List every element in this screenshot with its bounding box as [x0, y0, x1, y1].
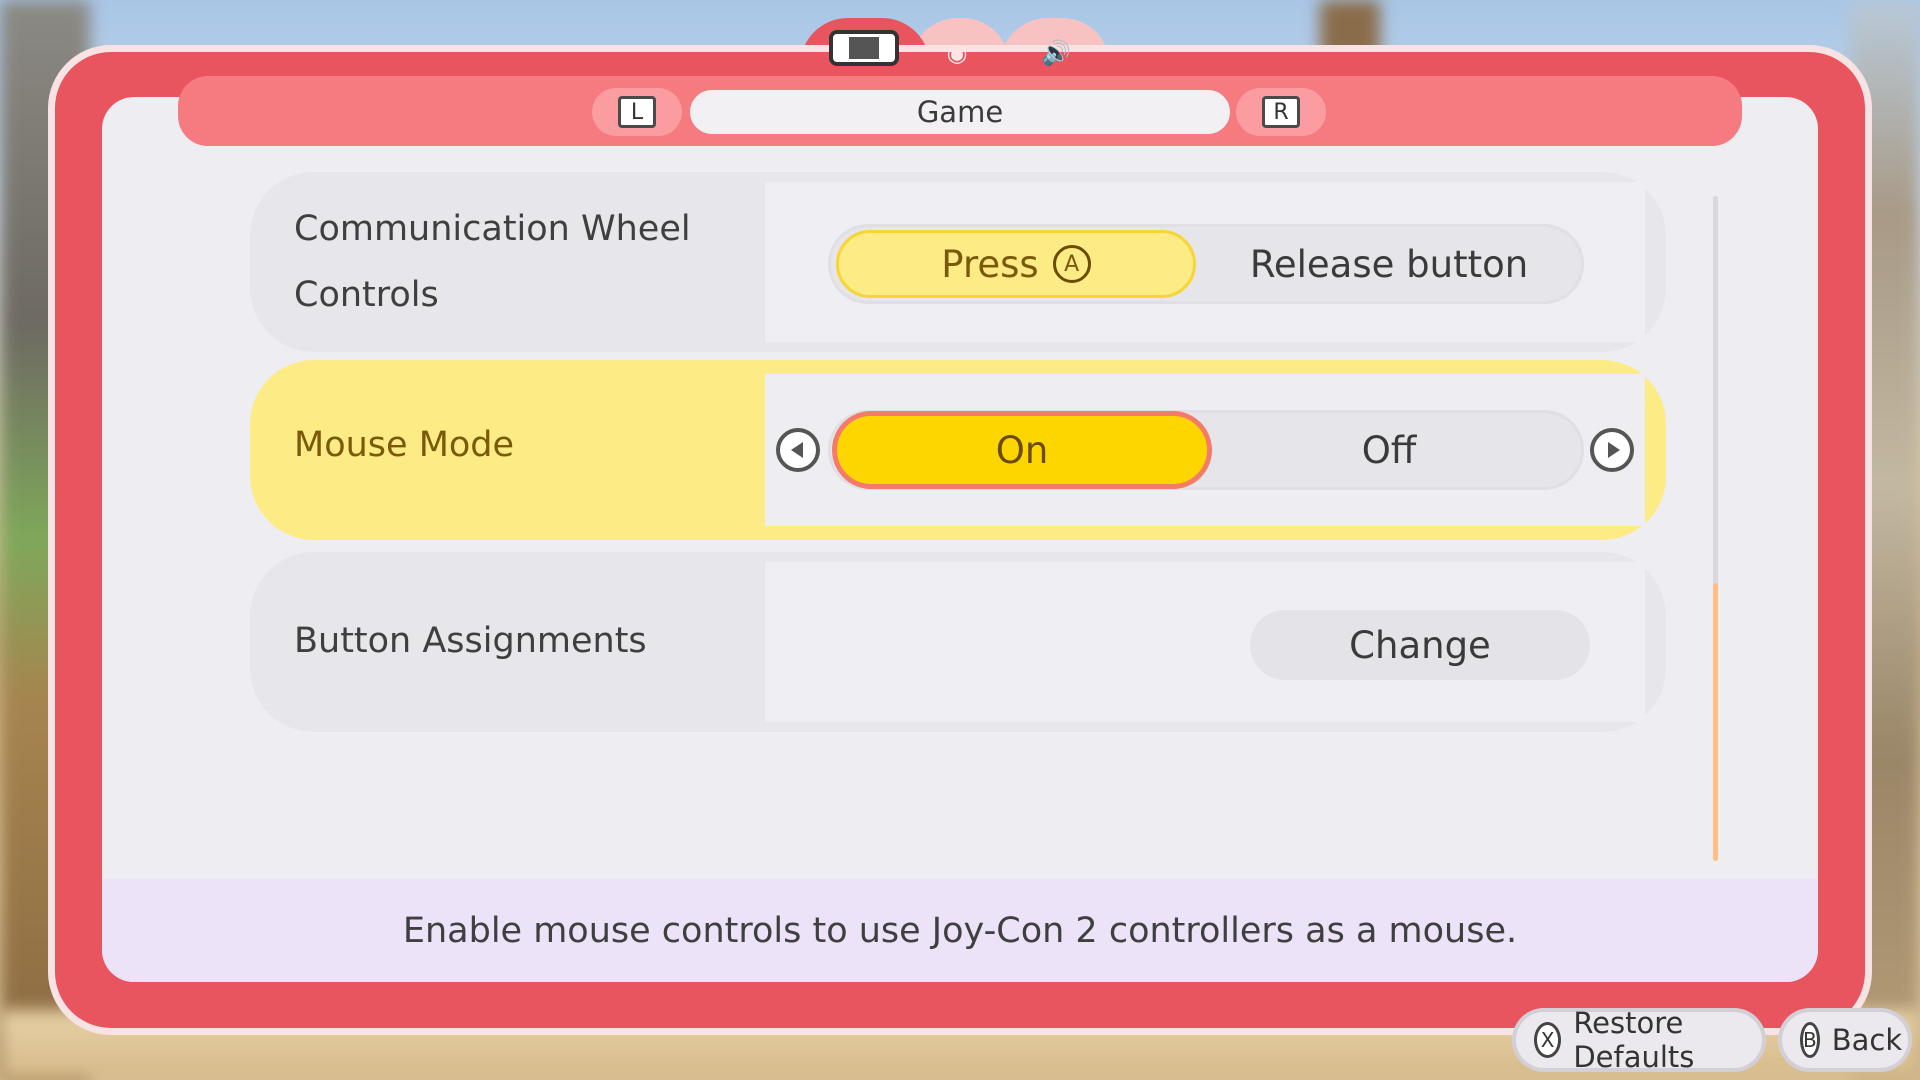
setting-row-button-assignments[interactable]: Button Assignments Change	[250, 552, 1666, 732]
option-on[interactable]: On	[832, 411, 1212, 489]
help-area: Enable mouse controls to use Joy-Con 2 c…	[102, 879, 1818, 982]
sound-icon: 🔊	[1041, 39, 1071, 67]
scrollbar-thumb[interactable]	[1713, 583, 1718, 861]
help-text: Enable mouse controls to use Joy-Con 2 c…	[402, 910, 1518, 951]
restore-defaults-button[interactable]: X Restore Defaults	[1516, 1006, 1762, 1074]
left-bumper-button[interactable]: L	[592, 88, 682, 136]
setting-row-communication-wheel[interactable]: Communication Wheel Controls Press A Rel…	[250, 172, 1666, 352]
camera-icon: ◉	[946, 39, 968, 67]
l-key-icon: L	[618, 96, 656, 128]
option-press[interactable]: Press A	[836, 230, 1196, 298]
x-button-icon: X	[1534, 1022, 1562, 1058]
setting-row-mouse-mode[interactable]: Mouse Mode On Off	[250, 360, 1666, 540]
back-button[interactable]: B Back	[1782, 1012, 1908, 1068]
option-label: Press	[941, 242, 1039, 286]
change-button[interactable]: Change	[1250, 610, 1590, 680]
arrow-left-icon[interactable]	[776, 428, 820, 472]
back-label: Back	[1831, 1023, 1903, 1057]
mouse-mode-toggle[interactable]: On Off	[828, 410, 1584, 490]
console-icon	[829, 30, 899, 66]
setting-label: Mouse Mode	[294, 425, 515, 465]
right-bumper-button[interactable]: R	[1236, 88, 1326, 136]
restore-defaults-label: Restore Defaults	[1573, 1006, 1695, 1074]
page-title: Game	[690, 90, 1230, 134]
b-button-icon: B	[1800, 1022, 1820, 1058]
option-off[interactable]: Off	[1204, 416, 1574, 484]
setting-label: Communication Wheel Controls	[294, 209, 691, 315]
communication-wheel-toggle[interactable]: Press A Release button	[828, 224, 1584, 304]
scrollbar[interactable]	[1713, 196, 1718, 861]
setting-label: Button Assignments	[294, 621, 647, 661]
arrow-right-icon[interactable]	[1590, 428, 1634, 472]
a-button-icon: A	[1052, 245, 1091, 283]
background-tower	[1320, 0, 1380, 60]
r-key-icon: R	[1262, 96, 1300, 128]
option-release-button[interactable]: Release button	[1204, 230, 1574, 298]
